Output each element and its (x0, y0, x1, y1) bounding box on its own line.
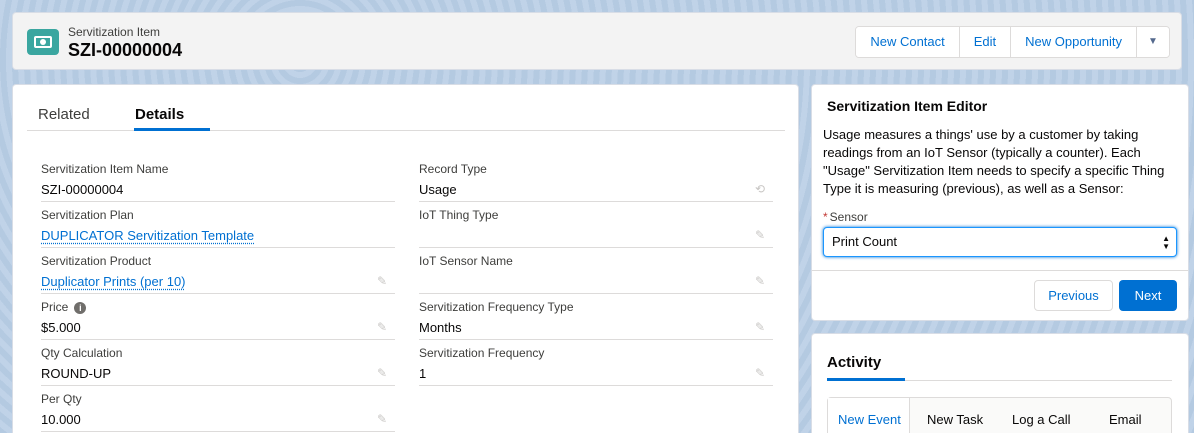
divider (812, 270, 1188, 271)
previous-button[interactable]: Previous (1034, 280, 1113, 311)
edit-pencil-icon[interactable]: ✎ (377, 320, 387, 334)
active-tab-indicator (134, 128, 210, 131)
details-card: Related Details Servitization Item Name … (12, 84, 799, 433)
field-thing-type: IoT Thing Type ✎ (419, 202, 773, 248)
field-qty-calculation: Qty Calculation ROUND-UP ✎ (41, 340, 395, 386)
more-actions-dropdown-icon[interactable]: ▼ (1137, 27, 1169, 57)
edit-pencil-icon[interactable]: ✎ (755, 228, 765, 242)
field-value: SZI-00000004 (41, 182, 124, 197)
edit-pencil-icon[interactable]: ✎ (377, 366, 387, 380)
field-price: Price i $5.000 ✎ (41, 294, 395, 340)
change-record-type-icon[interactable]: ⟲ (755, 182, 765, 196)
field-label: Servitization Frequency (419, 346, 545, 360)
sensor-label: * Sensor (823, 210, 868, 224)
required-asterisk: * (823, 210, 828, 224)
field-value: ROUND-UP (41, 366, 112, 381)
new-event-tab[interactable]: New Event (838, 412, 901, 427)
editor-title: Servitization Item Editor (827, 98, 988, 114)
field-label: Servitization Product (41, 254, 152, 268)
field-label: Price (41, 300, 69, 314)
field-frequency-type: Servitization Frequency Type Months ✎ (419, 294, 773, 340)
info-icon[interactable]: i (74, 302, 87, 314)
header-actions: New Contact Edit New Opportunity ▼ (855, 26, 1170, 58)
activity-card: Activity New Event New Task Log a Call E… (811, 333, 1189, 433)
field-item-name: Servitization Item Name SZI-00000004 (41, 156, 395, 202)
field-value: $5.000 (41, 320, 81, 335)
new-contact-button[interactable]: New Contact (856, 27, 960, 57)
edit-pencil-icon[interactable]: ✎ (377, 274, 387, 288)
activity-actions: New Event New Task Log a Call Email (827, 397, 1172, 433)
sensor-select[interactable]: Print Count ▲ ▼ (823, 227, 1177, 257)
field-frequency: Servitization Frequency 1 ✎ (419, 340, 773, 386)
field-label: Record Type (419, 162, 487, 176)
record-header: Servitization Item SZI-00000004 New Cont… (12, 12, 1182, 70)
new-task-tab[interactable]: New Task (927, 412, 983, 427)
field-label-wrap: Price i (41, 300, 87, 314)
select-arrows-icon: ▲ ▼ (1162, 234, 1170, 251)
sensor-selected-value: Print Count (832, 234, 898, 249)
edit-pencil-icon[interactable]: ✎ (755, 274, 765, 288)
object-label: Servitization Item (68, 25, 161, 39)
field-label: Servitization Plan (41, 208, 134, 222)
field-value: Usage (419, 182, 457, 197)
field-per-qty: Per Qty 10.000 ✎ (41, 386, 395, 432)
next-button[interactable]: Next (1119, 280, 1177, 311)
active-tab-indicator (827, 378, 905, 381)
product-link[interactable]: Duplicator Prints (per 10) (41, 274, 186, 289)
edit-pencil-icon[interactable]: ✎ (755, 366, 765, 380)
email-tab[interactable]: Email (1109, 412, 1142, 427)
field-plan: Servitization Plan DUPLICATOR Servitizat… (41, 202, 395, 248)
field-label: Servitization Item Name (41, 162, 169, 176)
field-sensor-name: IoT Sensor Name ✎ (419, 248, 773, 294)
field-value: Months (419, 320, 462, 335)
tab-details[interactable]: Details (135, 106, 184, 123)
servitization-item-icon (27, 29, 59, 55)
field-label: IoT Thing Type (419, 208, 499, 222)
plan-link[interactable]: DUPLICATOR Servitization Template (41, 228, 254, 243)
tab-related[interactable]: Related (38, 106, 90, 123)
record-tabs: Related Details (27, 85, 785, 131)
field-label: IoT Sensor Name (419, 254, 513, 268)
field-label: Qty Calculation (41, 346, 123, 360)
field-label: Per Qty (41, 392, 82, 406)
log-a-call-tab[interactable]: Log a Call (1012, 412, 1071, 427)
edit-pencil-icon[interactable]: ✎ (755, 320, 765, 334)
field-record-type: Record Type Usage ⟲ (419, 156, 773, 202)
field-value: 1 (419, 366, 427, 381)
servitization-item-editor: Servitization Item Editor Usage measures… (811, 84, 1189, 321)
sensor-label-text: Sensor (829, 210, 868, 224)
new-opportunity-button[interactable]: New Opportunity (1011, 27, 1137, 57)
edit-pencil-icon[interactable]: ✎ (377, 412, 387, 426)
edit-button[interactable]: Edit (959, 27, 1012, 57)
editor-description: Usage measures a things' use by a custom… (823, 127, 1165, 196)
field-label: Servitization Frequency Type (419, 300, 574, 314)
activity-tab[interactable]: Activity (827, 354, 881, 371)
field-product: Servitization Product Duplicator Prints … (41, 248, 395, 294)
record-title: SZI-00000004 (68, 40, 183, 60)
field-value: 10.000 (41, 412, 81, 427)
